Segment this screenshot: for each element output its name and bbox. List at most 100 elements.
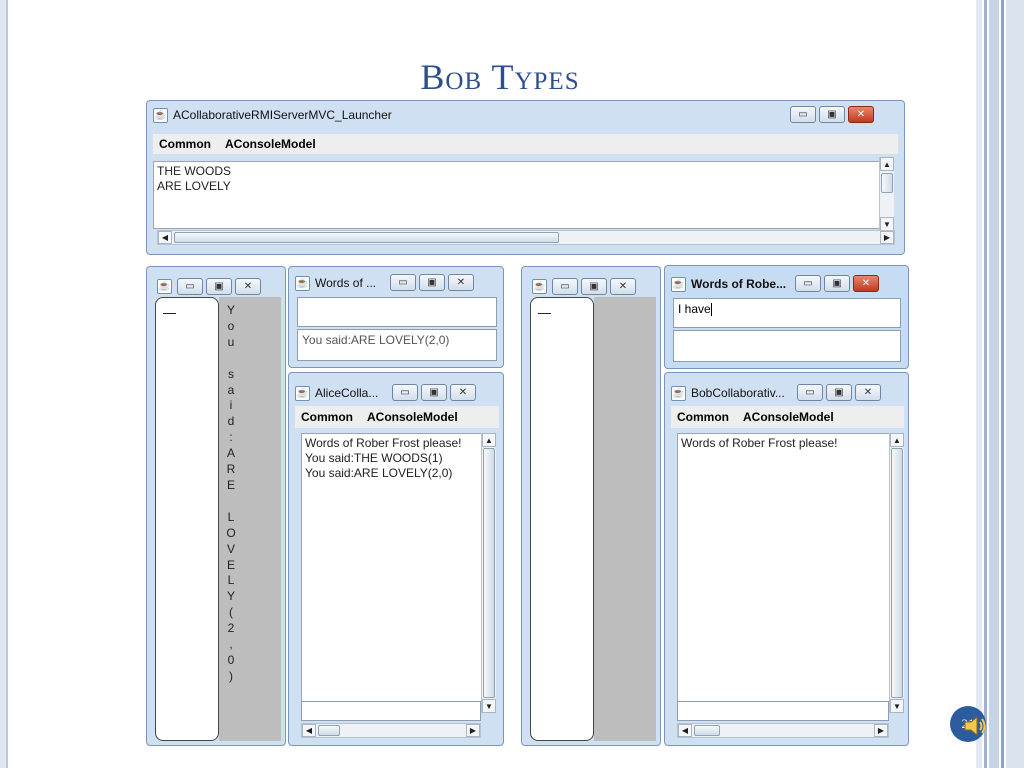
minimize-icon[interactable]: ▭ bbox=[392, 384, 418, 401]
scroll-up-icon[interactable]: ▲ bbox=[880, 157, 894, 171]
bob-collab-title: BobCollaborativ... bbox=[691, 386, 785, 400]
menu-aconsolemodel[interactable]: AConsoleModel bbox=[367, 410, 458, 424]
maximize-icon[interactable]: ▣ bbox=[206, 278, 232, 295]
alice-collab-input[interactable] bbox=[301, 701, 481, 721]
scroll-down-icon[interactable]: ▼ bbox=[880, 217, 894, 231]
alice-words-window: ☕ Words of ... ▭ ▣ ✕ You said:ARE LOVELY… bbox=[288, 266, 504, 368]
scroll-right-icon[interactable]: ▶ bbox=[880, 231, 894, 244]
alice-collab-menubar: Common AConsoleModel bbox=[295, 406, 499, 428]
scroll-left-icon[interactable]: ◀ bbox=[158, 231, 172, 244]
maximize-icon[interactable]: ▣ bbox=[826, 384, 852, 401]
bob-collab-input[interactable] bbox=[677, 701, 889, 721]
alice-vertical-output: Y o u s a i d : A R E L O V E L Y ( 2 , … bbox=[226, 303, 236, 683]
alice-words-title-bar[interactable]: ☕ Words of ... bbox=[295, 273, 376, 293]
scroll-up-icon[interactable]: ▲ bbox=[890, 433, 904, 447]
bob-words-title: Words of Robe... bbox=[691, 277, 787, 291]
bob-vertical-window: ☕ ▭ ▣ ✕ — bbox=[521, 266, 661, 746]
close-icon[interactable]: ✕ bbox=[853, 275, 879, 292]
scroll-up-icon[interactable]: ▲ bbox=[482, 433, 496, 447]
bob-collab-title-bar[interactable]: ☕ BobCollaborativ... bbox=[671, 383, 785, 403]
launcher-menubar: Common AConsoleModel bbox=[153, 134, 898, 154]
bob-words-window: ☕ Words of Robe... ▭ ▣ ✕ I have bbox=[664, 265, 909, 369]
scroll-left-icon[interactable]: ◀ bbox=[302, 724, 316, 737]
scroll-right-icon[interactable]: ▶ bbox=[466, 724, 480, 737]
scroll-right-icon[interactable]: ▶ bbox=[874, 724, 888, 737]
alice-collab-window: ☕ AliceColla... ▭ ▣ ✕ Common AConsoleMod… bbox=[288, 372, 504, 746]
speaker-icon[interactable] bbox=[962, 714, 988, 738]
maximize-icon[interactable]: ▣ bbox=[819, 106, 845, 123]
minimize-icon[interactable]: ▭ bbox=[795, 275, 821, 292]
window-controls: ▭ ▣ ✕ bbox=[797, 384, 881, 401]
close-icon[interactable]: ✕ bbox=[235, 278, 261, 295]
bob-collab-window: ☕ BobCollaborativ... ▭ ▣ ✕ Common AConso… bbox=[664, 372, 909, 746]
window-controls: ▭ ▣ ✕ bbox=[795, 275, 879, 292]
window-controls: ▭ ▣ ✕ bbox=[392, 384, 476, 401]
launcher-window-controls: ▭ ▣ ✕ bbox=[790, 106, 874, 123]
maximize-icon[interactable]: ▣ bbox=[419, 274, 445, 291]
bob-gray-panel bbox=[594, 297, 656, 741]
bob-collab-console-text[interactable]: Words of Rober Frost please! bbox=[677, 433, 889, 703]
alice-words-input[interactable] bbox=[297, 297, 497, 327]
scroll-thumb[interactable] bbox=[694, 725, 720, 736]
maximize-icon[interactable]: ▣ bbox=[824, 275, 850, 292]
alice-collab-horizontal-scrollbar[interactable]: ◀ ▶ bbox=[301, 723, 481, 738]
close-icon[interactable]: ✕ bbox=[610, 278, 636, 295]
text-cursor: — bbox=[538, 305, 551, 320]
scroll-thumb[interactable] bbox=[318, 725, 340, 736]
maximize-icon[interactable]: ▣ bbox=[421, 384, 447, 401]
close-icon[interactable]: ✕ bbox=[848, 106, 874, 123]
java-icon: ☕ bbox=[532, 279, 547, 294]
launcher-horizontal-scrollbar[interactable]: ◀ ▶ bbox=[157, 230, 895, 245]
java-icon: ☕ bbox=[295, 275, 310, 291]
alice-left-panel[interactable] bbox=[155, 297, 219, 741]
launcher-title-bar[interactable]: ☕ ACollaborativeRMIServerMVC_Launcher bbox=[153, 105, 392, 125]
alice-collab-console-text[interactable]: Words of Rober Frost please! You said:TH… bbox=[301, 433, 481, 703]
scroll-thumb[interactable] bbox=[891, 448, 903, 698]
java-icon: ☕ bbox=[295, 385, 310, 401]
scroll-thumb[interactable] bbox=[483, 448, 495, 698]
menu-common[interactable]: Common bbox=[677, 410, 729, 424]
bob-words-output bbox=[673, 330, 901, 362]
close-icon[interactable]: ✕ bbox=[855, 384, 881, 401]
menu-common[interactable]: Common bbox=[159, 137, 211, 151]
scroll-thumb[interactable] bbox=[174, 232, 559, 243]
scroll-thumb[interactable] bbox=[881, 173, 893, 193]
text-caret bbox=[710, 303, 712, 317]
menu-aconsolemodel[interactable]: AConsoleModel bbox=[743, 410, 834, 424]
minimize-icon[interactable]: ▭ bbox=[177, 278, 203, 295]
alice-collab-title: AliceColla... bbox=[315, 386, 379, 400]
java-icon: ☕ bbox=[153, 107, 168, 123]
window-controls: ▭ ▣ ✕ bbox=[552, 278, 636, 295]
scroll-down-icon[interactable]: ▼ bbox=[890, 699, 904, 713]
bob-words-input[interactable]: I have bbox=[673, 298, 901, 328]
alice-vertical-window: ☕ ▭ ▣ ✕ — Y o u s a i d : A R E L O V E … bbox=[146, 266, 286, 746]
menu-common[interactable]: Common bbox=[301, 410, 353, 424]
bob-collab-horizontal-scrollbar[interactable]: ◀ ▶ bbox=[677, 723, 889, 738]
alice-words-output: You said:ARE LOVELY(2,0) bbox=[297, 329, 497, 361]
java-icon: ☕ bbox=[671, 385, 686, 401]
scroll-down-icon[interactable]: ▼ bbox=[482, 699, 496, 713]
close-icon[interactable]: ✕ bbox=[448, 274, 474, 291]
menu-aconsolemodel[interactable]: AConsoleModel bbox=[225, 137, 316, 151]
launcher-vertical-scrollbar[interactable]: ▲ ▼ bbox=[879, 157, 894, 231]
maximize-icon[interactable]: ▣ bbox=[581, 278, 607, 295]
scroll-left-icon[interactable]: ◀ bbox=[678, 724, 692, 737]
minimize-icon[interactable]: ▭ bbox=[790, 106, 816, 123]
minimize-icon[interactable]: ▭ bbox=[552, 278, 578, 295]
bob-left-panel[interactable] bbox=[530, 297, 594, 741]
alice-collab-vertical-scrollbar[interactable]: ▲ ▼ bbox=[481, 433, 496, 713]
launcher-window: ☕ ACollaborativeRMIServerMVC_Launcher ▭ … bbox=[146, 100, 905, 255]
text-cursor: — bbox=[163, 305, 176, 320]
bob-collab-vertical-scrollbar[interactable]: ▲ ▼ bbox=[889, 433, 904, 713]
minimize-icon[interactable]: ▭ bbox=[797, 384, 823, 401]
alice-collab-title-bar[interactable]: ☕ AliceColla... bbox=[295, 383, 378, 403]
bob-words-input-value: I have bbox=[678, 302, 711, 316]
alice-words-title: Words of ... bbox=[315, 276, 377, 290]
bob-words-title-bar[interactable]: ☕ Words of Robe... bbox=[671, 274, 786, 294]
launcher-title: ACollaborativeRMIServerMVC_Launcher bbox=[173, 108, 392, 122]
launcher-console-text[interactable]: THE WOODS ARE LOVELY bbox=[153, 161, 884, 229]
window-controls: ▭ ▣ ✕ bbox=[390, 274, 474, 291]
bob-collab-menubar: Common AConsoleModel bbox=[671, 406, 904, 428]
minimize-icon[interactable]: ▭ bbox=[390, 274, 416, 291]
close-icon[interactable]: ✕ bbox=[450, 384, 476, 401]
